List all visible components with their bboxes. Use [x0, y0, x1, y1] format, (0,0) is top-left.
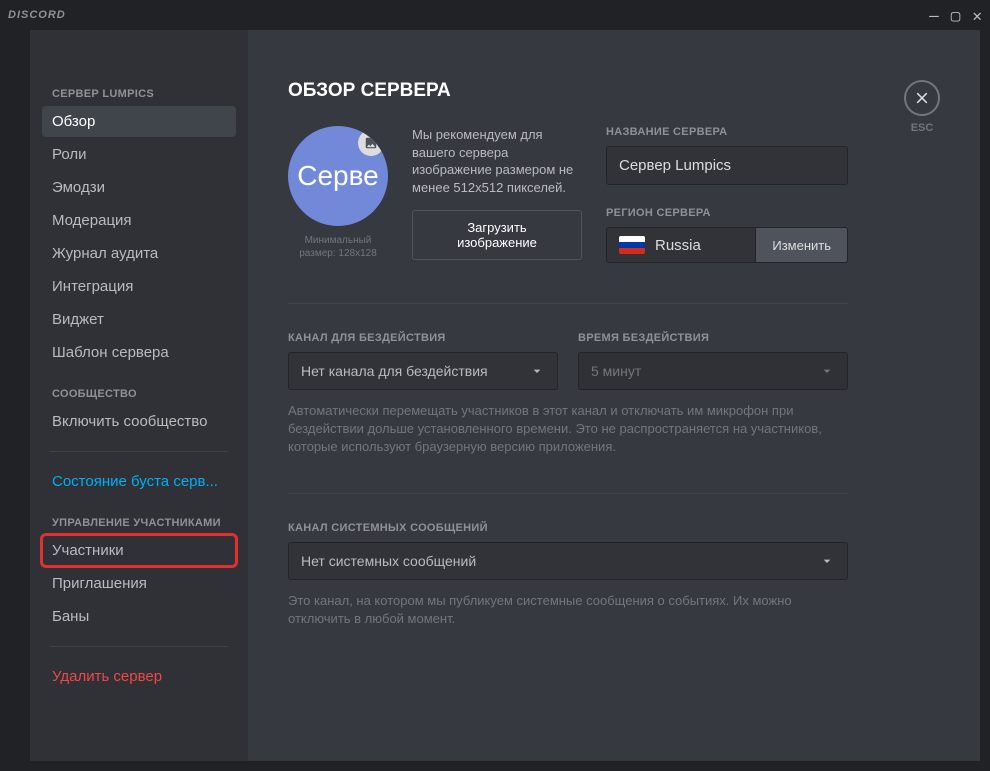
nav-roles[interactable]: Роли — [42, 139, 236, 170]
nav-emoji[interactable]: Эмодзи — [42, 172, 236, 203]
nav-delete-server[interactable]: Удалить сервер — [42, 661, 236, 692]
section-separator — [288, 303, 848, 304]
nav-invites[interactable]: Приглашения — [42, 568, 236, 599]
chevron-down-icon — [529, 363, 545, 379]
window-controls: — ▢ ✕ — [929, 6, 982, 25]
section-separator — [288, 493, 848, 494]
divider — [50, 451, 228, 452]
settings-sidebar: СЕРВЕР LUMPICS Обзор Роли Эмодзи Модерац… — [30, 30, 248, 761]
avatar-placeholder-text: Серве — [297, 160, 379, 192]
afk-channel-select[interactable]: Нет канала для бездействия — [288, 352, 558, 390]
server-region-label: РЕГИОН СЕРВЕРА — [606, 207, 848, 219]
upload-image-button[interactable]: Загрузить изображение — [412, 210, 582, 260]
nav-bans[interactable]: Баны — [42, 601, 236, 632]
close-label: ESC — [904, 122, 940, 134]
nav-template[interactable]: Шаблон сервера — [42, 337, 236, 368]
nav-widget[interactable]: Виджет — [42, 304, 236, 335]
minimize-icon[interactable]: — — [929, 6, 939, 25]
page-title: ОБЗОР СЕРВЕРА — [288, 80, 940, 102]
flag-russia-icon — [619, 236, 645, 254]
nav-overview[interactable]: Обзор — [42, 106, 236, 137]
server-name-label: НАЗВАНИЕ СЕРВЕРА — [606, 126, 848, 138]
afk-help-text: Автоматически перемещать участников в эт… — [288, 402, 848, 457]
app-brand: DISCORD — [8, 9, 66, 21]
avatar-caption: Минимальный размер: 128x128 — [288, 234, 388, 260]
section-header-user-mgmt: УПРАВЛЕНИЕ УЧАСТНИКАМИ — [52, 517, 236, 529]
nav-integration[interactable]: Интеграция — [42, 271, 236, 302]
divider — [50, 646, 228, 647]
nav-enable-community[interactable]: Включить сообщество — [42, 406, 236, 437]
chevron-down-icon — [819, 363, 835, 379]
afk-timeout-select: 5 минут — [578, 352, 848, 390]
close-button[interactable] — [904, 80, 940, 116]
server-avatar[interactable]: Серве — [288, 126, 388, 226]
nav-audit-log[interactable]: Журнал аудита — [42, 238, 236, 269]
section-header-server: СЕРВЕР LUMPICS — [52, 88, 236, 100]
system-channel-value: Нет системных сообщений — [301, 553, 476, 569]
region-value: Russia — [655, 237, 701, 254]
afk-timeout-label: ВРЕМЯ БЕЗДЕЙСТВИЯ — [578, 332, 848, 344]
settings-content: ESC ОБЗОР СЕРВЕРА Серве Минимальный разм… — [248, 30, 980, 761]
afk-timeout-value: 5 минут — [591, 363, 641, 379]
nav-moderation[interactable]: Модерация — [42, 205, 236, 236]
image-upload-icon — [364, 136, 378, 150]
avatar-recommendation: Мы рекомендуем для вашего сервера изобра… — [412, 126, 582, 196]
region-change-button[interactable]: Изменить — [756, 227, 848, 263]
system-channel-select[interactable]: Нет системных сообщений — [288, 542, 848, 580]
region-select[interactable]: Russia — [606, 227, 756, 263]
nav-members[interactable]: Участники — [42, 535, 236, 566]
close-icon — [914, 90, 930, 106]
system-help-text: Это канал, на котором мы публикуем систе… — [288, 592, 848, 628]
nav-boost-status[interactable]: Состояние буста серв... — [42, 466, 236, 497]
system-channel-label: КАНАЛ СИСТЕМНЫХ СООБЩЕНИЙ — [288, 522, 848, 534]
chevron-down-icon — [819, 553, 835, 569]
maximize-icon[interactable]: ▢ — [951, 6, 961, 25]
server-name-input[interactable] — [606, 146, 848, 185]
section-header-community: СООБЩЕСТВО — [52, 388, 236, 400]
afk-channel-label: КАНАЛ ДЛЯ БЕЗДЕЙСТВИЯ — [288, 332, 558, 344]
afk-channel-value: Нет канала для бездействия — [301, 363, 488, 379]
upload-avatar-badge[interactable] — [358, 130, 384, 156]
close-window-icon[interactable]: ✕ — [972, 6, 982, 25]
titlebar: DISCORD — ▢ ✕ — [0, 0, 990, 30]
